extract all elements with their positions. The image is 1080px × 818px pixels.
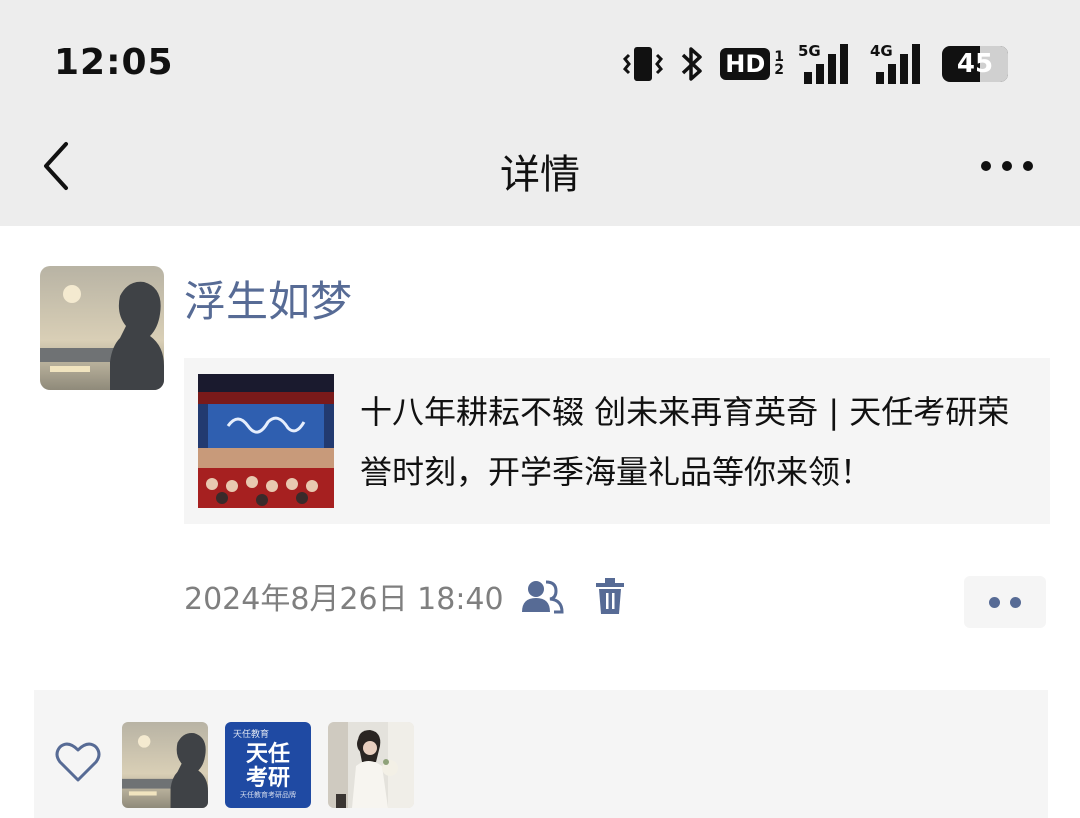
status-time: 12:05 <box>54 42 174 83</box>
likes-section: 天任教育 天任 考研 天任教育考研品牌 <box>34 690 1048 818</box>
dot <box>1010 596 1021 608</box>
shared-link-card[interactable]: 十八年耕耘不辍 创未来再育英奇 | 天任考研荣誉时刻，开学季海量礼品等你来领！ <box>184 358 1050 524</box>
brand-top-text: 天任教育 <box>233 730 270 740</box>
liker-avatar[interactable] <box>328 722 414 808</box>
brand-main-line-1: 天任 <box>245 742 290 767</box>
author-name[interactable]: 浮生如梦 <box>184 268 352 329</box>
liker-avatar[interactable] <box>122 722 208 808</box>
link-thumbnail <box>198 374 334 508</box>
vibrate-icon <box>623 47 664 81</box>
comment-like-menu-button[interactable] <box>964 576 1046 628</box>
battery-level: 45 <box>956 49 994 79</box>
brand-bottom-text: 天任教育考研品牌 <box>240 791 296 799</box>
hd-sim-index: 1 2 <box>774 49 784 78</box>
signal-4g: 4G <box>870 42 928 86</box>
status-bar: 12:05 HD 1 2 5G 4G 45 <box>0 0 1080 120</box>
heart-icon <box>55 742 101 782</box>
bluetooth-icon <box>682 47 702 81</box>
signal-5g: 5G <box>798 42 856 86</box>
status-icons: HD 1 2 5G 4G 45 <box>622 40 1008 88</box>
post-detail: 浮生如梦 十八年耕耘不辍 创未来再育英奇 | 天任考研荣誉时刻，开学季海量礼品等… <box>0 226 1080 818</box>
post-meta: 2024年8月26日 18:40 <box>184 574 630 618</box>
hd-voice-badge: HD <box>720 48 771 80</box>
navigation-bar: 详情 <box>0 120 1080 226</box>
signal-icon <box>804 44 848 84</box>
signal-icon <box>876 44 920 84</box>
post-timestamp: 2024年8月26日 18:40 <box>184 582 504 617</box>
battery-icon: 45 <box>942 46 1008 82</box>
page-title: 详情 <box>500 152 580 198</box>
brand-main-line-2: 考研 <box>245 766 290 791</box>
liker-avatar-tianren[interactable]: 天任教育 天任 考研 天任教育考研品牌 <box>225 722 311 808</box>
dot <box>989 596 1000 608</box>
author-avatar[interactable] <box>40 266 164 390</box>
trash-icon[interactable] <box>590 577 630 615</box>
link-title: 十八年耕耘不辍 创未来再育英奇 | 天任考研荣誉时刻，开学季海量礼品等你来领！ <box>360 393 1010 491</box>
visibility-group-icon[interactable] <box>520 578 564 614</box>
more-icon[interactable] <box>978 146 1036 186</box>
